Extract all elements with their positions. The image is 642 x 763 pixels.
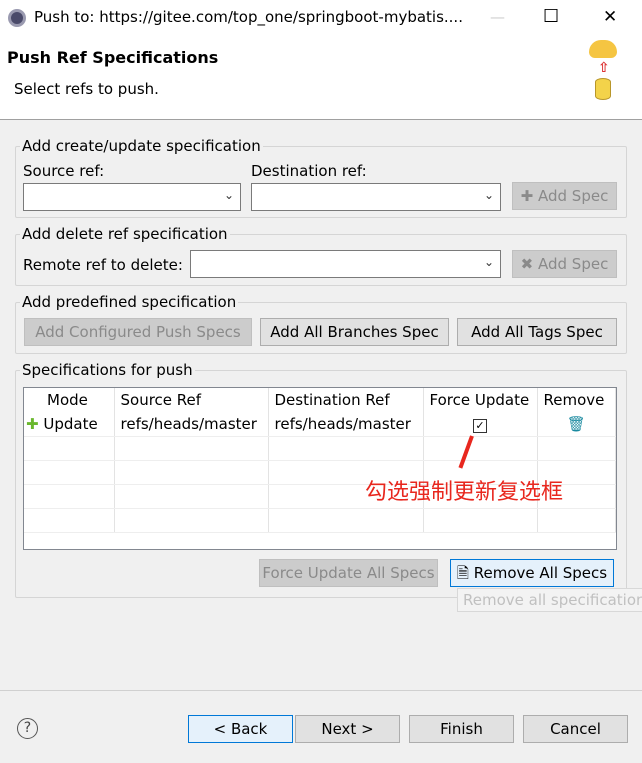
title-bar: Push to: https://gitee.com/top_one/sprin… <box>0 0 642 36</box>
add-delete-spec-button[interactable]: ✖ Add Spec <box>512 250 617 278</box>
add-configured-push-specs-button[interactable]: Add Configured Push Specs <box>24 318 252 346</box>
add-icon: ✚ <box>26 414 39 433</box>
add-all-branches-spec-button[interactable]: Add All Branches Spec <box>260 318 449 346</box>
col-destination-ref[interactable]: Destination Ref <box>268 388 424 412</box>
cancel-button[interactable]: Cancel <box>523 715 628 743</box>
page-subtitle: Select refs to push. <box>14 80 159 98</box>
footer-separator <box>0 690 642 691</box>
minimize-button[interactable]: — <box>490 8 505 26</box>
finish-button[interactable]: Finish <box>409 715 514 743</box>
add-icon: ✚ <box>520 187 538 205</box>
tooltip: Remove all specifications <box>457 588 642 612</box>
table-header: Mode Source Ref Destination Ref Force Up… <box>24 388 616 412</box>
add-all-tags-spec-button[interactable]: Add All Tags Spec <box>457 318 617 346</box>
table-row[interactable]: ✚ Update refs/heads/master refs/heads/ma… <box>24 412 616 437</box>
chevron-down-icon: ⌄ <box>483 188 494 202</box>
remove-doc-icon: 🗎 <box>456 564 469 582</box>
source-ref-combo[interactable]: ⌄ <box>23 183 241 211</box>
eclipse-icon <box>8 9 26 27</box>
add-spec-button[interactable]: ✚ Add Spec <box>512 182 617 210</box>
remove-all-specs-button[interactable]: 🗎 Remove All Specs <box>450 559 614 587</box>
chevron-down-icon: ⌄ <box>223 188 234 202</box>
wizard-header: Push Ref Specifications Select refs to p… <box>0 36 642 120</box>
source-ref-label: Source ref: <box>23 162 105 180</box>
col-mode[interactable]: Mode <box>24 388 115 412</box>
page-title: Push Ref Specifications <box>7 48 219 67</box>
col-source-ref[interactable]: Source Ref <box>114 388 269 412</box>
annotation-text: 勾选强制更新复选框 <box>365 480 564 505</box>
dest-ref-label: Destination ref: <box>251 162 367 180</box>
chevron-down-icon: ⌄ <box>483 255 494 269</box>
specs-table: Mode Source Ref Destination Ref Force Up… <box>23 387 617 550</box>
push-cloud-icon: ⇧ <box>586 38 620 102</box>
predefined-legend: Add predefined specification <box>20 293 239 311</box>
force-update-checkbox[interactable]: ✓ <box>473 418 487 433</box>
close-button[interactable]: ✕ <box>603 7 617 27</box>
trash-icon[interactable]: 🗑 <box>567 415 586 433</box>
delete-legend: Add delete ref specification <box>20 225 230 243</box>
back-button[interactable]: < Back <box>188 715 293 743</box>
force-update-all-specs-button[interactable]: Force Update All Specs <box>259 559 438 587</box>
col-force-update[interactable]: Force Update <box>423 388 538 412</box>
maximize-button[interactable]: ☐ <box>543 6 559 27</box>
create-update-legend: Add create/update specification <box>20 137 263 155</box>
remote-ref-combo[interactable]: ⌄ <box>190 250 501 278</box>
next-button[interactable]: Next > <box>295 715 400 743</box>
help-icon[interactable]: ? <box>17 718 38 739</box>
delete-icon: ✖ <box>520 255 538 273</box>
window-title: Push to: https://gitee.com/top_one/sprin… <box>34 8 463 26</box>
remote-ref-label: Remote ref to delete: <box>23 256 183 274</box>
specs-legend: Specifications for push <box>20 361 195 379</box>
col-remove[interactable]: Remove <box>537 388 616 412</box>
dest-ref-combo[interactable]: ⌄ <box>251 183 501 211</box>
